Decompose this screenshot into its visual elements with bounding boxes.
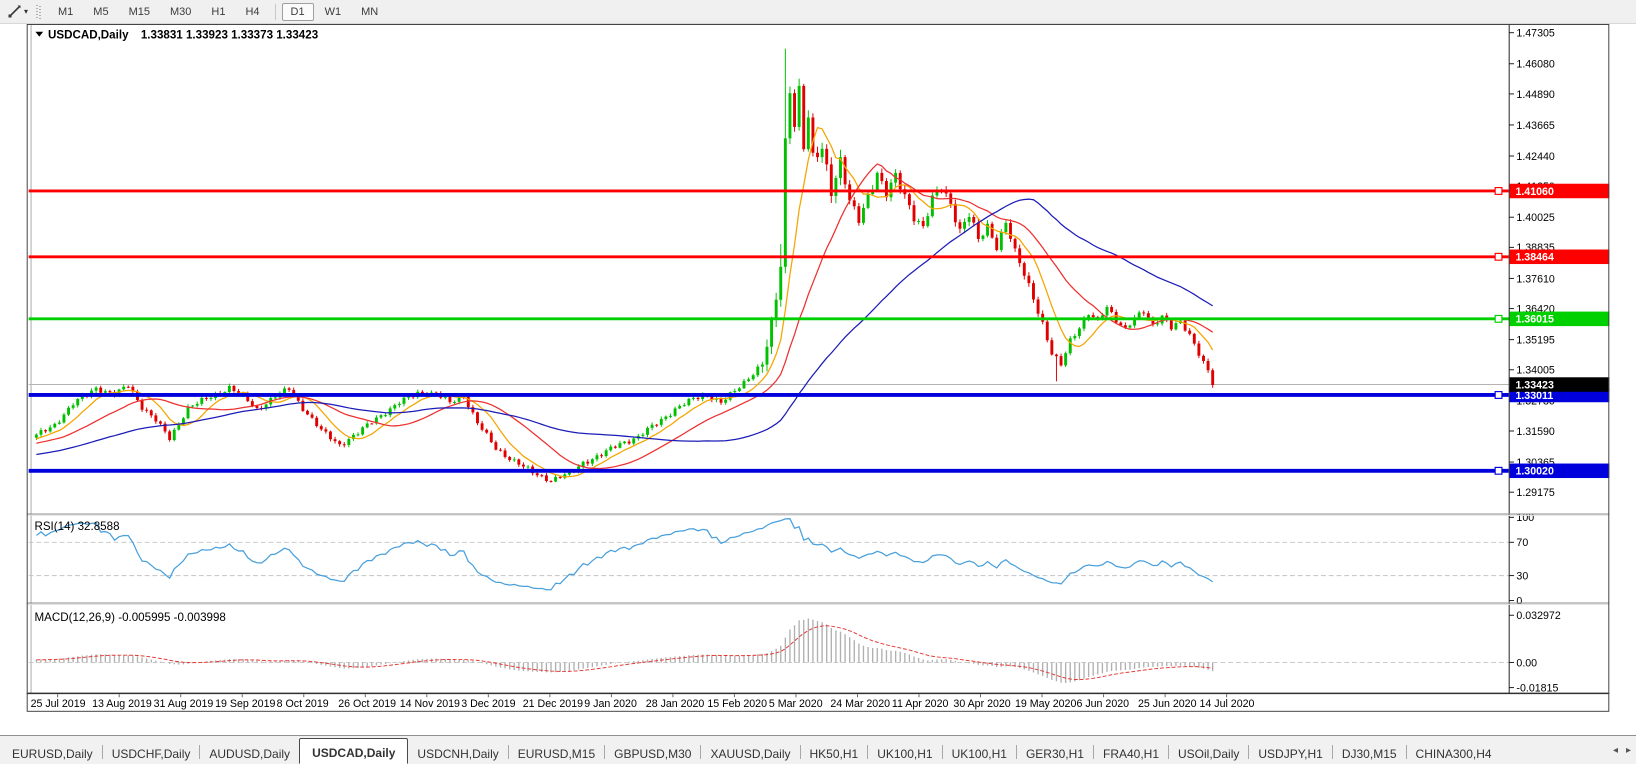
timeframe-m1-button[interactable]: M1 [49,3,82,21]
level-anchor-marker[interactable] [1495,188,1502,195]
date-tick: 8 Oct 2019 [277,698,329,710]
date-tick: 11 Apr 2020 [892,698,949,710]
timeframe-h1-button[interactable]: H1 [202,3,234,21]
date-tick: 6 Jun 2020 [1076,698,1129,710]
level-price-label: 1.30020 [1515,466,1553,478]
rsi-tick: 70 [1516,537,1528,549]
chart-tab-usoil-daily[interactable]: USOil,Daily [1169,739,1248,764]
price-tick: 1.40025 [1516,212,1554,224]
chart-tab-audusd-daily[interactable]: AUDUSD,Daily [200,739,299,764]
price-tick: 1.44890 [1516,89,1554,101]
chevron-down-icon: ▾ [24,7,28,16]
top-toolbar: ▾ M1M5M15M30H1H4 D1W1MN [0,0,1636,24]
date-tick: 24 Mar 2020 [830,698,890,710]
timeframe-w1-button[interactable]: W1 [316,3,351,21]
price-tick: 1.37610 [1516,273,1554,285]
price-tick: 1.31590 [1516,426,1554,438]
chart-tab-uk100-h1[interactable]: UK100,H1 [943,739,1016,764]
chart-tab-gbpusd-m30[interactable]: GBPUSD,M30 [605,739,700,764]
date-tick: 14 Nov 2019 [400,698,460,710]
chart-tab-china300-h4[interactable]: CHINA300,H4 [1407,739,1501,764]
date-tick: 31 Aug 2019 [154,698,214,710]
chart-tab-usdchf-daily[interactable]: USDCHF,Daily [103,739,200,764]
chart-title-symbol: USDCAD,Daily [48,29,129,42]
price-tick: 1.43665 [1516,120,1554,132]
chart-tab-uk100-h1[interactable]: UK100,H1 [868,739,941,764]
date-tick: 25 Jul 2019 [31,698,86,710]
toolbar-separator [275,4,276,20]
timeframe-d1-button[interactable]: D1 [282,3,314,21]
timeframe-m30-button[interactable]: M30 [161,3,200,21]
date-tick: 21 Dec 2019 [523,698,583,710]
chart-tab-eurusd-m15[interactable]: EURUSD,M15 [509,739,604,764]
timeframe-button-row: M1M5M15M30H1H4 D1W1MN [48,3,388,21]
rsi-label: RSI(14) 32.8588 [34,520,119,533]
level-anchor-marker[interactable] [1495,315,1502,322]
date-tick: 28 Jan 2020 [646,698,705,710]
price-chart[interactable]: USDCAD,Daily 1.33831 1.33923 1.33373 1.3… [0,24,1636,735]
date-tick: 26 Oct 2019 [338,698,396,710]
timeframe-m5-button[interactable]: M5 [84,3,117,21]
symbol-tab-bar: EURUSD,DailyUSDCHF,DailyAUDUSD,DailyUSDC… [0,735,1636,764]
price-tick: 1.42440 [1516,151,1554,163]
chart-window: USDCAD,Daily 1.33831 1.33923 1.33373 1.3… [0,24,1636,735]
chart-tab-hk50-h1[interactable]: HK50,H1 [801,739,868,764]
date-tick: 14 Jul 2020 [1200,698,1255,710]
chart-tab-xauusd-daily[interactable]: XAUUSD,Daily [701,739,799,764]
date-tick: 9 Jan 2020 [584,698,637,710]
chart-tab-eurusd-daily[interactable]: EURUSD,Daily [3,739,102,764]
rsi-tick: 0 [1516,595,1522,607]
level-anchor-marker[interactable] [1495,467,1502,474]
chart-title-ohlc: 1.33831 1.33923 1.33373 1.33423 [141,29,319,42]
level-price-label: 1.36015 [1515,314,1553,326]
chart-tab-usdcnh-daily[interactable]: USDCNH,Daily [408,739,507,764]
price-tick: 1.29175 [1516,487,1554,499]
chart-tab-usdcad-daily[interactable]: USDCAD,Daily [299,738,408,764]
price-tick: 1.35195 [1516,334,1554,346]
macd-label: MACD(12,26,9) -0.005995 -0.003998 [34,611,225,624]
date-tick: 19 May 2020 [1015,698,1077,710]
tab-scroll-right-button[interactable]: ▸ [1626,745,1631,756]
date-tick: 5 Mar 2020 [769,698,823,710]
date-tick: 13 Aug 2019 [92,698,152,710]
timeframe-mn-button[interactable]: MN [352,3,387,21]
price-tick: 1.46080 [1516,59,1554,71]
chart-tab-usdjpy-h1[interactable]: USDJPY,H1 [1249,739,1331,764]
date-tick: 19 Sep 2019 [215,698,275,710]
price-tick: 1.47305 [1516,28,1554,40]
level-anchor-marker[interactable] [1495,253,1502,260]
level-anchor-marker[interactable] [1495,392,1502,399]
chart-tab-dj30-m15[interactable]: DJ30,M15 [1333,739,1406,764]
tab-scroll-arrows: ◂▸ [1613,745,1631,756]
price-tick: 1.34005 [1516,365,1554,377]
drawing-tool-button[interactable]: ▾ [4,3,31,20]
level-price-label: 1.41060 [1515,186,1553,198]
rsi-tick: 30 [1516,570,1528,582]
chart-tab-fra40-h1[interactable]: FRA40,H1 [1094,739,1168,764]
date-tick: 30 Apr 2020 [953,698,1010,710]
macd-tick: 0.00 [1516,657,1537,669]
timeframe-h4-button[interactable]: H4 [236,3,268,21]
current-price-label: 1.33423 [1515,379,1553,391]
date-tick: 25 Jun 2020 [1138,698,1197,710]
macd-tick: 0.032972 [1516,610,1560,622]
date-tick: 15 Feb 2020 [707,698,767,710]
tab-scroll-left-button[interactable]: ◂ [1613,745,1618,756]
level-price-label: 1.38464 [1515,252,1553,264]
date-tick: 3 Dec 2019 [461,698,515,710]
chart-tab-ger30-h1[interactable]: GER30,H1 [1017,739,1093,764]
toolbar-grip-handle[interactable] [36,5,41,19]
timeframe-m15-button[interactable]: M15 [120,3,159,21]
trendline-tool-icon [7,4,22,19]
